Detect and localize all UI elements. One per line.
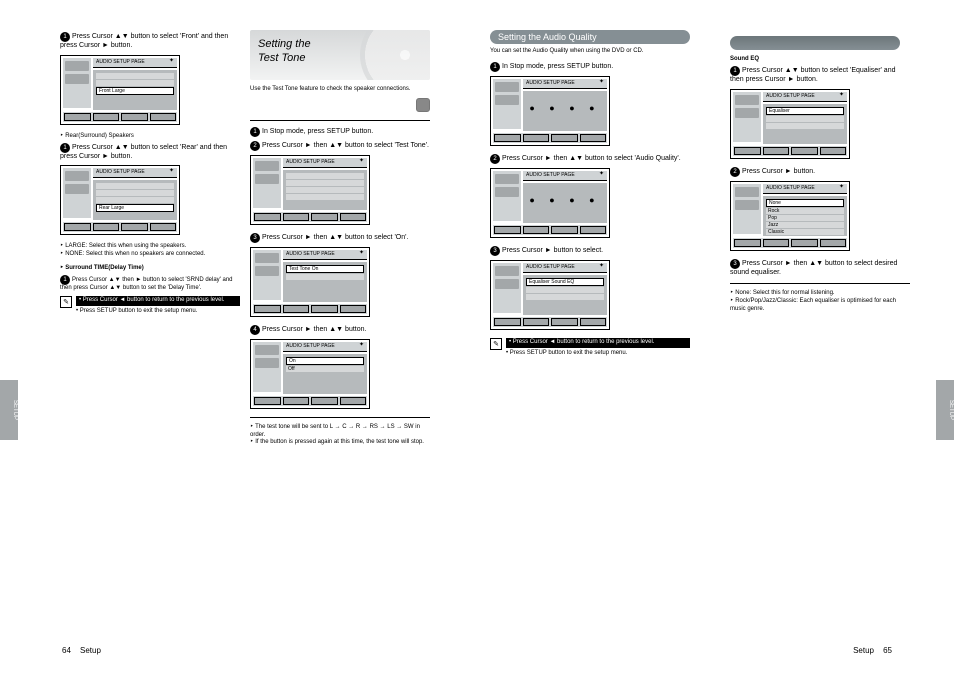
step-number-icon: 3 <box>730 259 740 269</box>
page-number-left: 64 <box>62 646 71 655</box>
step-number-icon: 1 <box>250 127 260 137</box>
step-text: 1Press Cursor ▲▼ button to select 'Rear'… <box>60 143 240 162</box>
step-text: 1Press Cursor ▲▼ button to select 'Equal… <box>730 66 910 85</box>
step-number-icon: 4 <box>250 325 260 335</box>
step-number-icon: 1 <box>60 32 70 42</box>
osd-screenshot: AUDIO SETUP PAGE Equaliser Sound EQ <box>490 260 610 330</box>
column-left-A: 1Press Cursor ▲▼ button to select 'Front… <box>60 30 240 316</box>
osd-icon-dots: ● ● ● ● <box>526 195 604 205</box>
options-text: ‣ LARGE: Select this when using the spea… <box>60 243 240 259</box>
step-text: 1Press Cursor ▲▼ button to select 'Front… <box>60 32 240 51</box>
step-text: 1In Stop mode, press SETUP button. <box>250 127 430 137</box>
step-text-content: Press Cursor ► button to select. <box>502 247 603 254</box>
step-text: 3Press Cursor ► then ▲▼ button to select… <box>730 259 910 278</box>
step-number-icon: 1 <box>490 62 500 72</box>
osd-screenshot: AUDIO SETUP PAGE ● ● ● ● <box>490 168 610 238</box>
decor-title-bar <box>730 36 900 50</box>
subsection-heading: ‣ Surround TIME(Delay Time) <box>60 265 240 273</box>
osd-screenshot: AUDIO SETUP PAGE Test Tone On <box>250 247 370 317</box>
osd-screenshot: AUDIO SETUP PAGE <box>250 155 370 225</box>
step-text-content: Press Cursor ► button. <box>742 168 815 175</box>
bullet-text: ‣ If the button is pressed again at this… <box>250 439 430 447</box>
step-text: 2Press Cursor ► then ▲▼ button to select… <box>250 141 430 151</box>
osd-screenshot: AUDIO SETUP PAGE Rear Large <box>60 165 180 235</box>
bullet-text: ‣ Rock/Pop/Jazz/Classic: Each equaliser … <box>730 298 910 314</box>
step-number-icon: 2 <box>250 141 260 151</box>
step-text-content: Press Cursor ► then ▲▼ button to select … <box>730 260 897 276</box>
subsection-heading: Sound EQ <box>730 56 910 64</box>
osd-icon-dots: ● ● ● ● <box>526 103 604 113</box>
column-right-D: Sound EQ 1Press Cursor ▲▼ button to sele… <box>730 56 910 314</box>
banner-line: Setting the <box>258 38 311 50</box>
step-text: 4Press Cursor ► then ▲▼ button. <box>250 325 430 335</box>
section-banner: Setting the Test Tone <box>250 30 430 80</box>
step-number-icon: 1 <box>60 143 70 153</box>
column-left-B: Setting the Test Tone Use the Test Tone … <box>250 30 430 447</box>
separator <box>250 417 430 418</box>
note-line: Press SETUP button to exit the setup men… <box>80 308 198 314</box>
section-title-bar: Setting the Audio Quality <box>490 30 690 44</box>
column-right-C: Setting the Audio Quality You can set th… <box>490 30 690 358</box>
note-text: • Press Cursor ◄ button to return to the… <box>76 296 240 306</box>
bullet-text: ‣ None: Select this for normal listening… <box>730 290 910 298</box>
step-number-icon: 1 <box>60 275 70 285</box>
osd-screenshot: AUDIO SETUP PAGE Equaliser <box>730 89 850 159</box>
step-text-content: Press Cursor ► then ▲▼ button to select … <box>262 142 429 149</box>
step-number-icon: 2 <box>490 154 500 164</box>
step-text: 3Press Cursor ► button to select. <box>490 246 690 256</box>
osd-screenshot: AUDIO SETUP PAGE ● ● ● ● <box>490 76 610 146</box>
step-number-icon: 1 <box>730 66 740 76</box>
step-text-content: Press Cursor ► then ▲▼ button to select … <box>262 234 408 241</box>
note-text: • Press Cursor ◄ button to return to the… <box>506 338 690 348</box>
note-line: Press Cursor ◄ button to return to the p… <box>83 297 225 303</box>
footer-text-right: Setup <box>853 646 874 655</box>
page-number-right: 65 <box>883 646 892 655</box>
chapter-tab-right: SETUP <box>936 380 954 440</box>
step-text-content: Press Cursor ▲▼ button to select 'Front'… <box>60 33 228 49</box>
step-number-icon: 3 <box>490 246 500 256</box>
remote-icon <box>416 98 430 112</box>
separator <box>250 120 430 121</box>
separator <box>730 283 910 284</box>
note-icon: ✎ <box>490 338 502 350</box>
step-text: 2Press Cursor ► button. <box>730 167 910 177</box>
note-row: ✎ • Press Cursor ◄ button to return to t… <box>490 338 690 350</box>
step-text-content: Press Cursor ▲▼ button to select 'Rear' … <box>60 144 227 160</box>
step-number-icon: 3 <box>250 233 260 243</box>
step-text-content: In Stop mode, press SETUP button. <box>262 128 373 135</box>
banner-line: Test Tone <box>258 52 306 64</box>
step-text-content: Press Cursor ► then ▲▼ button to select … <box>502 155 681 162</box>
step-text-content: Press Cursor ▲▼ button to select 'Equali… <box>730 67 896 83</box>
step-text: 1In Stop mode, press SETUP button. <box>490 62 690 72</box>
step-text-content: Press Cursor ▲▼ then ► button to select … <box>60 277 233 291</box>
step-text: 1Press Cursor ▲▼ then ► button to select… <box>60 275 240 293</box>
chapter-tab-left: SETUP <box>0 380 18 440</box>
step-number-icon: 2 <box>730 167 740 177</box>
note-row: ✎ • Press Cursor ◄ button to return to t… <box>60 296 240 308</box>
step-text-content: In Stop mode, press SETUP button. <box>502 63 613 70</box>
subsection-heading: ‣ Rear(Surround) Speakers <box>60 133 240 141</box>
step-text: 3Press Cursor ► then ▲▼ button to select… <box>250 233 430 243</box>
note-line: Press Cursor ◄ button to return to the p… <box>513 339 655 345</box>
bullet-text: ‣ The test tone will be sent to L → C → … <box>250 424 430 440</box>
footer-text-left: Setup <box>80 646 101 655</box>
osd-screenshot: AUDIO SETUP PAGE None Rock Pop Jazz Clas… <box>730 181 850 251</box>
osd-screenshot: AUDIO SETUP PAGE Front Large <box>60 55 180 125</box>
section-intro: You can set the Audio Quality when using… <box>490 48 690 56</box>
osd-screenshot: AUDIO SETUP PAGE OnOff <box>250 339 370 409</box>
note-icon: ✎ <box>60 296 72 308</box>
step-text: 2Press Cursor ► then ▲▼ button to select… <box>490 154 690 164</box>
note-line: Press SETUP button to exit the setup men… <box>510 350 628 356</box>
section-intro: Use the Test Tone feature to check the s… <box>250 86 430 94</box>
